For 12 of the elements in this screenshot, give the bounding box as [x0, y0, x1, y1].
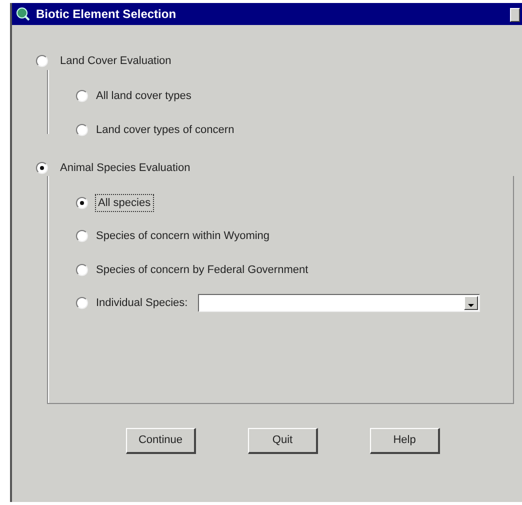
window-title: Biotic Element Selection: [36, 6, 176, 23]
option-label: Land cover types of concern: [96, 122, 234, 138]
option-label: Species of concern within Wyoming: [96, 229, 270, 244]
dialog-button[interactable]: Help: [370, 428, 440, 454]
option-label: Land Cover Evaluation: [60, 54, 172, 69]
option-label: Individual Species:: [96, 296, 188, 311]
option-label: Species of concern by Federal Government: [96, 262, 308, 278]
option-label: All land cover types: [96, 89, 192, 104]
option-label: All species: [96, 194, 153, 211]
option-label: Animal Species Evaluation: [60, 160, 190, 176]
dialog-button[interactable]: Quit: [248, 428, 318, 454]
dialog-button[interactable]: Continue: [126, 428, 196, 454]
